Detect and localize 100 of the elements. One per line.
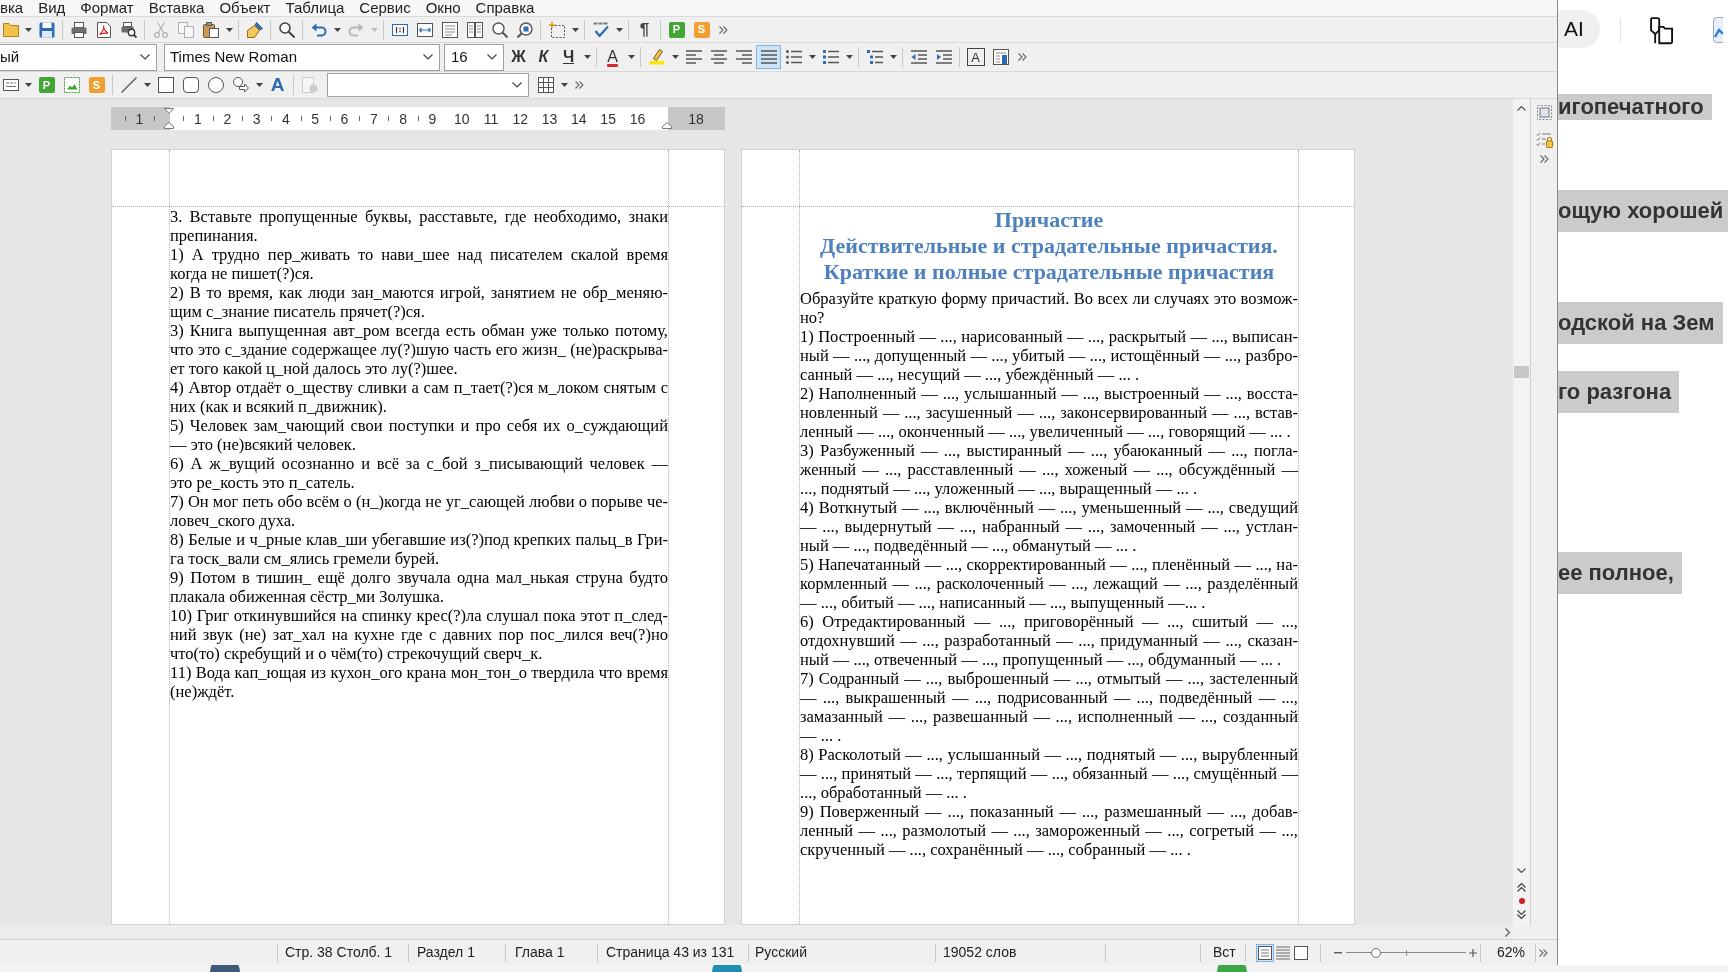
ai-button[interactable]: AI <box>1558 10 1600 48</box>
navigation-dot-icon[interactable] <box>1518 898 1525 904</box>
heading: Краткие и полные страдательные причастия <box>822 259 1276 285</box>
horizontal-scrollbar[interactable] <box>0 925 1513 939</box>
paragraph: Образуйте краткую форму причастий. Во всех ли случаях это возмож- но? <box>800 289 1298 327</box>
object-icon <box>3 79 19 91</box>
chevron-up-icon[interactable] <box>1517 106 1526 111</box>
menu-item[interactable]: вка <box>0 0 24 16</box>
zoom-page-icon <box>516 21 533 38</box>
caret-icon <box>808 55 816 59</box>
menu-item[interactable]: Формат <box>80 0 134 16</box>
previous-page-icon[interactable] <box>1517 883 1526 892</box>
paintbrush-icon <box>246 21 263 38</box>
font-color-button[interactable]: A <box>600 45 625 69</box>
fontwork-button[interactable]: A <box>265 73 290 97</box>
bold-button[interactable]: Ж <box>506 45 531 69</box>
dropdown-field[interactable] <box>327 73 529 97</box>
paragraph-style-icon <box>992 49 1009 65</box>
menu-item[interactable]: Вид <box>38 0 66 16</box>
paragraph-style-combobox[interactable]: ый <box>0 43 157 71</box>
decrease-indent-icon <box>910 50 927 64</box>
slider-thumb[interactable] <box>1371 947 1381 958</box>
menu-item[interactable]: Вставка <box>148 0 205 16</box>
right-indent-marker-icon[interactable] <box>661 122 672 129</box>
section-text: Раздел 1 <box>417 943 475 962</box>
spellcheck-icon <box>592 22 609 37</box>
ruler-number: 4 <box>282 111 290 126</box>
align-left-icon <box>685 50 702 64</box>
paragraph: 2) В то время, как люди зан_маются игрой, занятием не обр_меняю- щим с_знание писатель прячет(?)ся. <box>170 283 668 321</box>
chevron-down-icon[interactable] <box>1517 868 1526 873</box>
menu-item[interactable]: Таблица <box>285 0 345 16</box>
ellipse-icon <box>207 77 224 93</box>
bulleted-list-icon <box>785 50 802 64</box>
rectangle-icon <box>157 77 174 93</box>
next-page-icon[interactable] <box>1517 910 1526 919</box>
italic-button[interactable]: К <box>531 45 556 69</box>
taskbar-app-icon[interactable] <box>712 965 742 972</box>
font-size-combobox[interactable]: 16 <box>444 43 504 71</box>
app-icon[interactable] <box>1713 17 1723 43</box>
folder-icon <box>3 22 19 37</box>
menu-item[interactable]: Окно <box>425 0 461 16</box>
double-chevron-icon <box>574 81 584 89</box>
caret-icon <box>615 27 623 32</box>
paragraph: 5) Человек зам_чающий свои поступки и про себя их о_суждающий — это (не)всякий человек. <box>170 416 668 454</box>
ruler-number: 13 <box>541 111 558 126</box>
paragraph: 6) А ж_вущий осознанно и всё за с_бой з_писывающий человек — это ре_кость это п_сатель. <box>170 454 668 492</box>
paragraph: 7) Он мог петь обо всём о (н_)когда не уг_сающей любви о порыве че- ловеч_ского духа. <box>170 492 668 530</box>
underline-button[interactable]: Ч <box>556 45 581 69</box>
page-width-icon <box>416 22 433 37</box>
printer-icon <box>70 21 87 38</box>
heading: Причастие <box>993 207 1105 233</box>
highlighter-icon <box>648 49 665 65</box>
paragraph: 8) Белые и ч_рные клав_ши убегавшие из(?)под крепких пальц_в Гри- га тоск_вали см_ялись гремели бурей. <box>170 530 668 568</box>
taskbar-app-icon[interactable] <box>210 965 240 972</box>
zoom-icon <box>491 21 508 38</box>
single-page-view-icon <box>1258 945 1272 960</box>
caret-icon <box>333 27 341 32</box>
view-mode-button[interactable] <box>1292 943 1310 962</box>
text-frame-icon <box>548 21 565 38</box>
zoom-percent-text: 62% <box>1497 943 1526 962</box>
chart-frame-icon <box>301 77 318 93</box>
zoom-slider[interactable] <box>1346 946 1466 959</box>
formatting-marks-button[interactable]: ¶ <box>632 17 657 42</box>
highlighted-text: одской на Зем <box>1558 302 1723 344</box>
double-chevron-icon[interactable] <box>1539 948 1548 957</box>
scrollbar-thumb[interactable] <box>1514 366 1529 378</box>
image-icon <box>63 77 80 93</box>
language-text: Русский <box>755 943 807 962</box>
chevron-down-icon <box>140 54 150 60</box>
book-view-icon <box>1294 945 1308 960</box>
highlighted-text: го разгона <box>1558 371 1680 413</box>
caret-icon <box>255 83 263 87</box>
bookmark-folder-icon[interactable] <box>1648 17 1674 45</box>
menu-item[interactable]: Объект <box>219 0 271 16</box>
list-lock-icon[interactable] <box>1535 132 1553 148</box>
indent-markers-icon[interactable] <box>163 108 174 129</box>
paragraph: 1) А трудно пер_живать то нави_шее над писателем скалой время когда не пишет(?)ся. <box>170 245 668 283</box>
highlighted-text: ее полное, <box>1558 552 1682 594</box>
paragraph: 11) Вода кап_ющая из кухон_ого крана мон_тон_о твердила что время (не)ждёт. <box>170 663 668 701</box>
zoom-in-icon[interactable] <box>1469 948 1477 957</box>
align-right-icon <box>735 50 752 64</box>
paragraph: 3) Разбуженный — ..., выстиранный — ..., убаюканный — ..., погла- женный — ..., расставленный — ..., хоженый — ..., обсуждённый — ..., поднятый — ..., уложенный — ..., выращенный — ... . <box>800 441 1298 498</box>
paragraph: 9) Потом в тишин_ ещё долго звучала одна мал_нькая струна будто плакала обиженная сёстр_ми Золушка. <box>170 568 668 606</box>
paragraph: 4) Автор отдаёт о_ществу сливки а сам п_тает(?)ся м_локом снятым с них (как и всякий п_движник). <box>170 378 668 416</box>
justify-button[interactable] <box>756 45 781 69</box>
menu-item[interactable]: Справка <box>475 0 535 16</box>
text-box-button[interactable]: A <box>966 48 985 66</box>
zoom-out-icon[interactable] <box>1334 951 1342 954</box>
menu-item[interactable]: Сервис <box>359 0 411 16</box>
view-mode-button[interactable] <box>1256 943 1274 962</box>
scissors-icon <box>153 21 168 38</box>
chevron-down-icon <box>512 82 522 88</box>
ruler-number: 3 <box>252 111 261 126</box>
font-name-combobox[interactable]: Times New Roman <box>164 43 440 71</box>
chevron-down-icon <box>423 54 433 60</box>
pdf-document-icon <box>96 21 111 38</box>
double-chevron-icon[interactable] <box>1539 155 1549 163</box>
word-count-text: 19052 слов <box>943 943 1017 962</box>
properties-icon[interactable] <box>1536 105 1552 120</box>
caret-icon <box>889 55 897 59</box>
